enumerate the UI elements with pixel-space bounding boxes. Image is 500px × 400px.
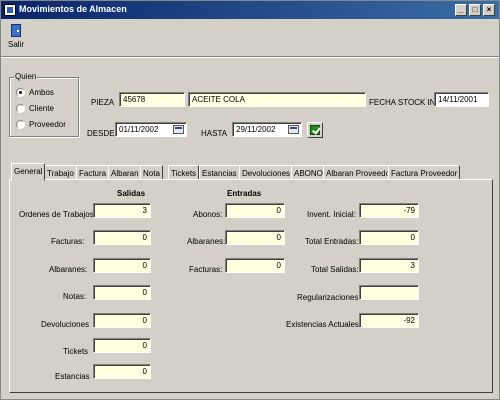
calendar-icon[interactable] xyxy=(288,125,299,134)
desde-date-field[interactable]: 01/11/2002 xyxy=(115,122,187,137)
resumen-field-regularizaciones[interactable] xyxy=(359,285,419,300)
salidas-field-ordenes[interactable]: 3 xyxy=(93,203,151,218)
salidas-field-tickets[interactable]: 0 xyxy=(93,338,151,353)
fecha-stock-field[interactable]: 14/11/2001 xyxy=(434,92,489,107)
calendar-icon[interactable] xyxy=(173,125,184,134)
radio-ambos-label: Ambos xyxy=(29,88,54,97)
radio-proveedor[interactable]: Proveedor xyxy=(16,120,66,129)
salidas-label-albaranes: Albaranes: xyxy=(49,265,88,274)
resumen-label-existencias: Existencias Actuales: xyxy=(286,320,362,329)
window-title: Movimientos de Almacen xyxy=(19,4,127,14)
tab-factura-proveedor[interactable]: Factura Proveedor xyxy=(388,165,461,180)
pieza-label: PIEZA xyxy=(91,98,115,107)
entradas-field-albaranes[interactable]: 0 xyxy=(225,230,285,245)
resumen-label-total-salidas: Total Salidas: xyxy=(311,265,359,274)
tab-trabajo[interactable]: Trabajo xyxy=(44,165,77,180)
exit-button[interactable]: Salir xyxy=(7,22,27,52)
tab-albaran-proveedor[interactable]: Albaran Proveedor xyxy=(323,165,396,180)
salidas-label-notas: Notas: xyxy=(63,292,87,301)
hasta-date-field[interactable]: 29/11/2002 xyxy=(232,122,302,137)
salidas-heading: Salidas xyxy=(117,189,146,198)
resumen-label-inventario: Invent. Inicial: xyxy=(307,210,356,219)
radio-proveedor-circle[interactable] xyxy=(16,120,25,129)
salidas-field-estancias[interactable]: 0 xyxy=(93,364,151,379)
hasta-label: HASTA xyxy=(201,129,228,138)
apply-button[interactable] xyxy=(307,122,323,138)
resumen-label-regularizaciones: Regularizaciones: xyxy=(297,293,361,302)
maximize-button[interactable]: □ xyxy=(469,4,481,16)
salidas-label-tickets: Tickets xyxy=(63,347,89,356)
radio-ambos-circle[interactable] xyxy=(16,88,25,97)
tab-estancias[interactable]: Estancias xyxy=(199,165,240,180)
radio-proveedor-label: Proveedor xyxy=(29,120,66,129)
pieza-code-field[interactable]: 45678 xyxy=(119,92,185,107)
entradas-field-facturas[interactable]: 0 xyxy=(225,258,285,273)
resumen-field-total-salidas[interactable]: 3 xyxy=(359,258,419,273)
entradas-field-abonos[interactable]: 0 xyxy=(225,203,285,218)
minimize-button[interactable]: _ xyxy=(455,4,467,16)
tab-nota[interactable]: Nota xyxy=(140,165,163,180)
resumen-field-inventario[interactable]: -79 xyxy=(359,203,419,218)
checkmark-icon xyxy=(310,125,320,135)
radio-cliente-circle[interactable] xyxy=(16,104,25,113)
salidas-label-facturas: Facturas: xyxy=(51,237,85,246)
desde-label: DESDE xyxy=(87,129,115,138)
entradas-label-facturas: Facturas: xyxy=(189,265,223,274)
resumen-field-total-entradas[interactable]: 0 xyxy=(359,230,419,245)
entradas-label-abonos: Abonos: xyxy=(193,210,223,219)
tab-devoluciones[interactable]: Devoluciones xyxy=(239,165,294,180)
exit-label: Salir xyxy=(8,40,25,49)
title-bar[interactable]: Movimientos de Almacen _ □ × xyxy=(1,1,499,19)
app-icon xyxy=(4,4,16,16)
toolbar-separator xyxy=(1,56,499,58)
tab-factura[interactable]: Factura xyxy=(76,165,110,180)
salidas-field-albaranes[interactable]: 0 xyxy=(93,258,151,273)
quien-legend: Quien xyxy=(14,72,38,81)
tab-general[interactable]: General xyxy=(11,163,46,181)
radio-cliente[interactable]: Cliente xyxy=(16,104,54,113)
tab-abono[interactable]: ABONO xyxy=(291,165,326,180)
radio-ambos[interactable]: Ambos xyxy=(16,88,54,97)
entradas-label-albaranes: Albaranes: xyxy=(187,237,226,246)
tab-tickets[interactable]: Tickets xyxy=(168,165,200,180)
salidas-label-devoluciones: Devoluciones xyxy=(41,320,90,329)
close-button[interactable]: × xyxy=(483,4,495,16)
salidas-field-devoluciones[interactable]: 0 xyxy=(93,313,151,328)
pieza-description-field[interactable]: ACEITE COLA xyxy=(188,92,366,107)
resumen-label-total-entradas: Total Entradas: xyxy=(305,237,359,246)
main-window: Movimientos de Almacen _ □ × Salir Quien… xyxy=(0,0,500,400)
salidas-label-estancias: Estancias xyxy=(55,372,90,381)
quien-group: Quien Ambos Cliente Proveedor xyxy=(9,72,79,137)
desde-date-value: 01/11/2002 xyxy=(119,125,159,134)
resumen-field-existencias[interactable]: -92 xyxy=(359,313,419,328)
tab-albaran[interactable]: Albaran xyxy=(108,165,142,180)
salidas-field-facturas[interactable]: 0 xyxy=(93,230,151,245)
hasta-date-value: 29/11/2002 xyxy=(236,125,276,134)
salidas-label-ordenes: Ordenes de Trabajos: xyxy=(19,210,96,219)
radio-cliente-label: Cliente xyxy=(29,104,54,113)
exit-door-icon xyxy=(11,24,21,37)
fecha-stock-label: FECHA STOCK INI. xyxy=(369,98,440,107)
salidas-field-notas[interactable]: 0 xyxy=(93,285,151,300)
entradas-heading: Entradas xyxy=(227,189,262,198)
